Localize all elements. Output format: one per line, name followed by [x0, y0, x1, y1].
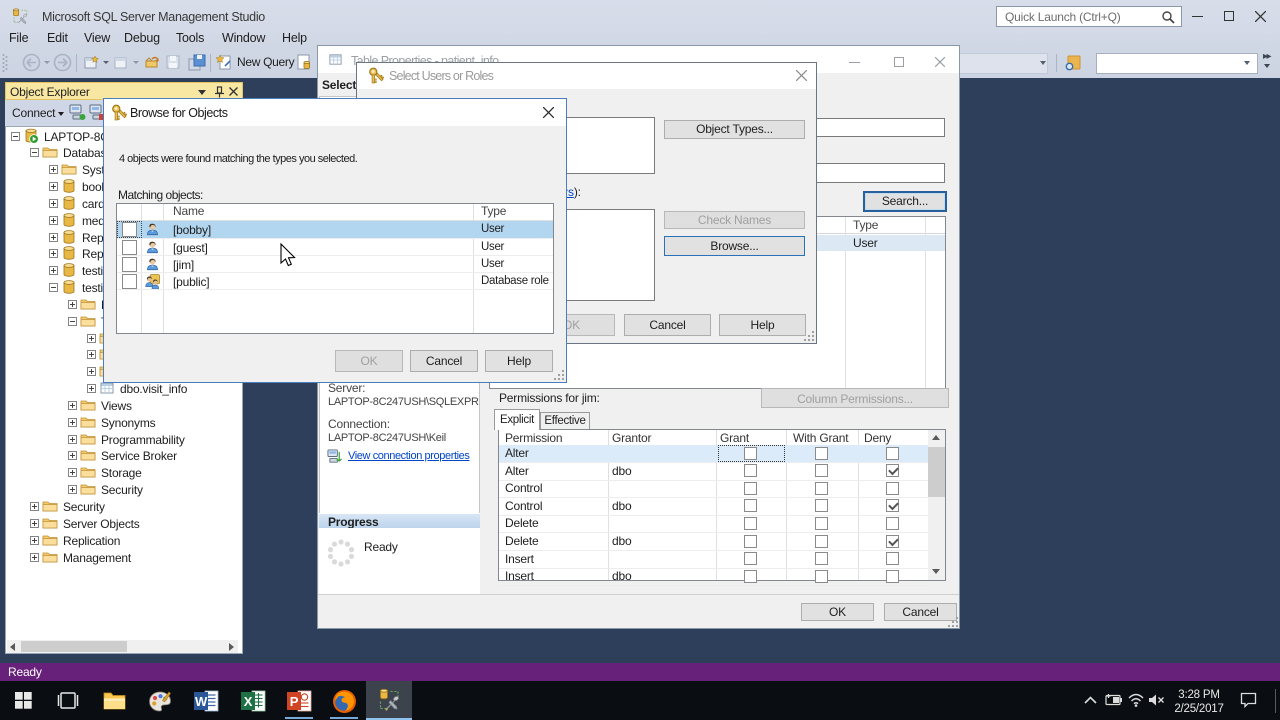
- svg-text:P: P: [290, 694, 299, 709]
- svg-text:2/25/2017: 2/25/2017: [1174, 703, 1223, 715]
- svg-text:3:28 PM: 3:28 PM: [1178, 689, 1219, 701]
- svg-text:W: W: [195, 694, 208, 709]
- svg-text:X: X: [244, 694, 253, 709]
